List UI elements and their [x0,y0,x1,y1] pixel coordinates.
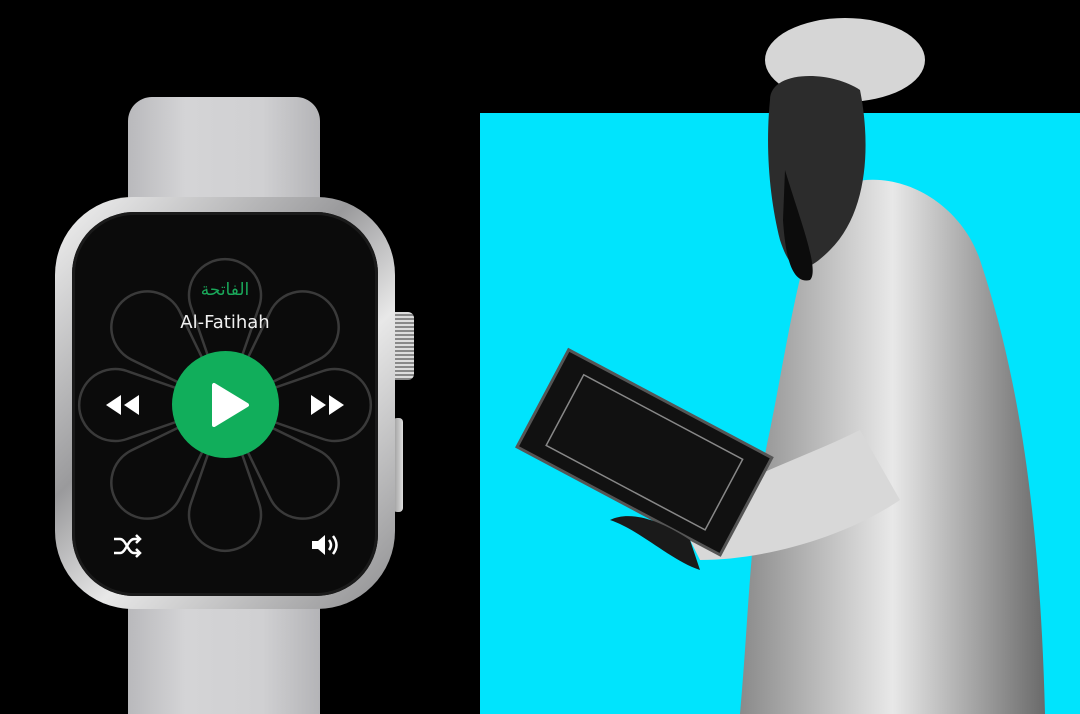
watch-screen: الفاتحة Al-Fatihah [72,212,378,596]
rewind-icon[interactable] [106,394,142,416]
fast-forward-icon[interactable] [310,394,346,416]
man-reading-quran-photo [515,18,1045,714]
watch-band-top [128,97,320,212]
volume-icon[interactable] [310,532,342,558]
shuffle-icon[interactable] [112,534,144,558]
play-button[interactable] [172,351,279,458]
surah-arabic-name: الفاتحة [200,280,250,300]
surah-title: Al-Fatihah [180,312,270,333]
watch-band-bottom [128,595,320,714]
play-icon [212,383,249,427]
